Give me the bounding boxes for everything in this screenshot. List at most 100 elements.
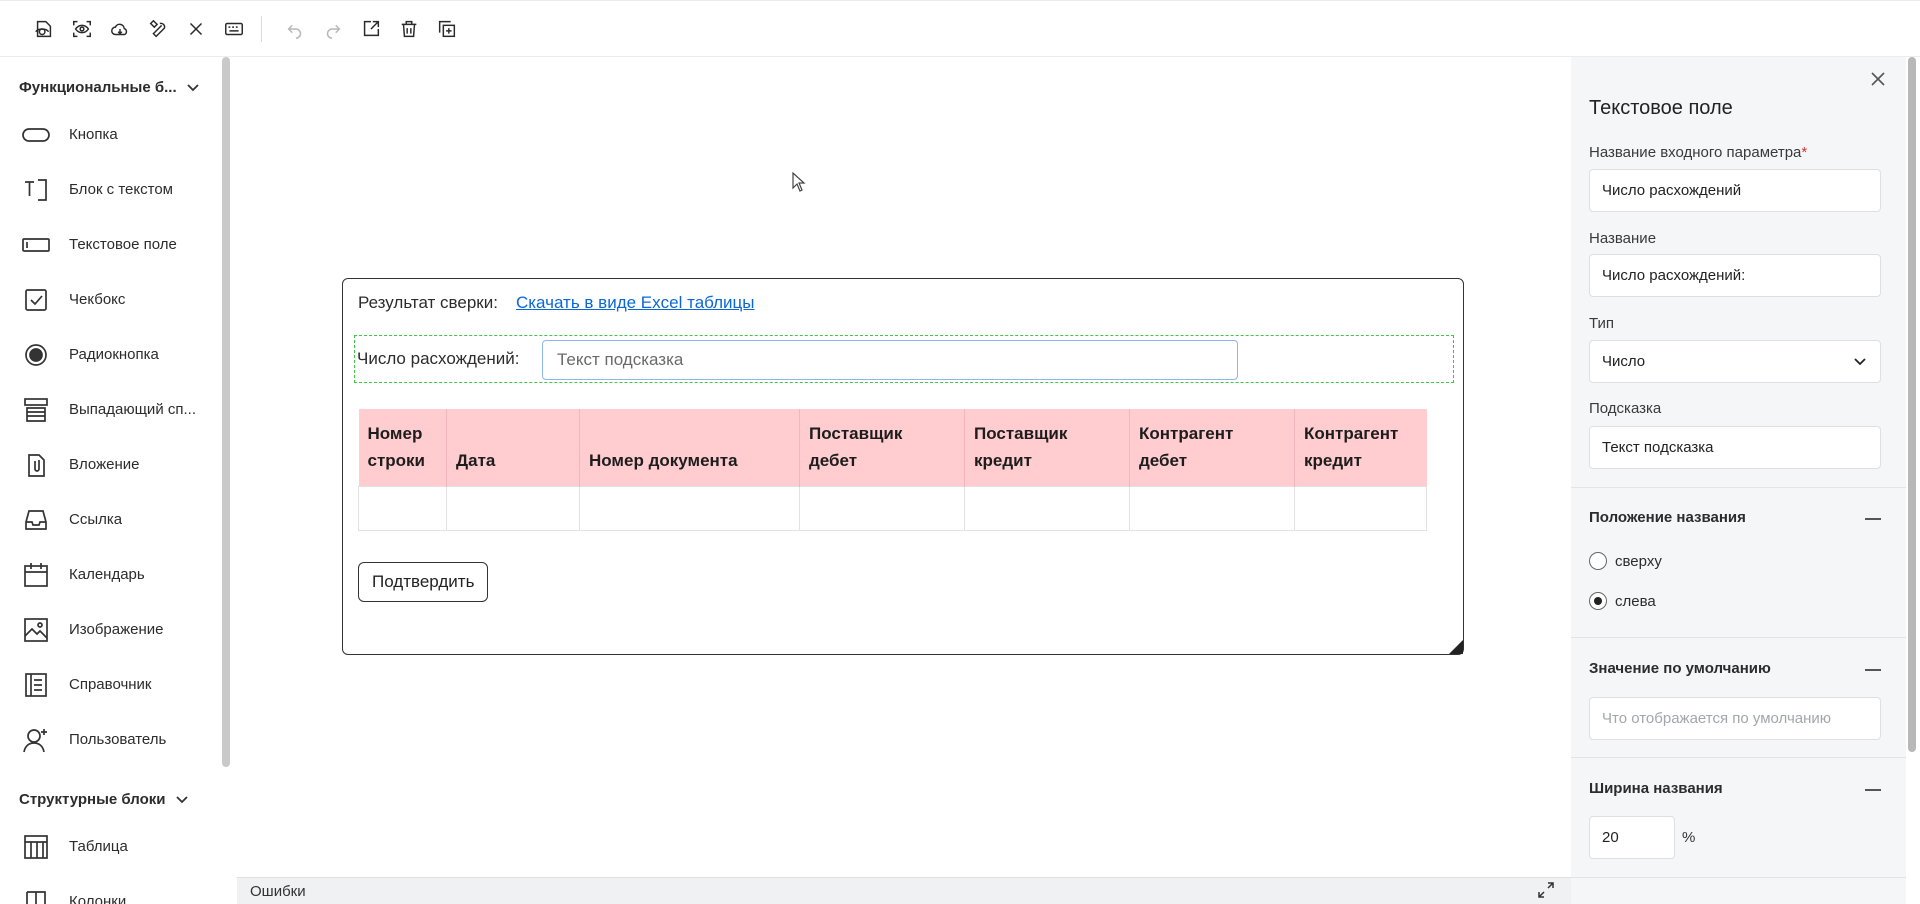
resize-handle[interactable]: [1449, 640, 1463, 654]
width-unit: %: [1682, 829, 1696, 846]
result-label: Результат сверки:: [358, 293, 498, 312]
panel-divider: [1571, 487, 1906, 488]
table-cell[interactable]: [799, 486, 965, 531]
preview-icon[interactable]: [25, 10, 63, 48]
palette-item-text-field[interactable]: Текстовое поле: [0, 217, 236, 272]
selected-text-field[interactable]: Число расхождений: Текст подсказка: [354, 335, 1454, 383]
table-header-cell: Номер документа: [579, 409, 800, 487]
palette-item-label: Календарь: [69, 566, 145, 583]
palette-item-dropdown[interactable]: Выпадающий сп...: [0, 382, 236, 437]
palette-item-table[interactable]: Таблица: [0, 819, 236, 874]
table-header-cell: Поставщик кредит: [964, 409, 1130, 487]
width-section-title: Ширина названия: [1589, 780, 1723, 797]
keyboard-icon[interactable]: [215, 10, 253, 48]
palette-item-label: Вложение: [69, 456, 140, 473]
palette-item-radio[interactable]: Радиокнопка: [0, 327, 236, 382]
palette-item-label: Колонки: [69, 893, 127, 904]
download-excel-link[interactable]: Скачать в виде Excel таблицы: [516, 293, 755, 313]
text-block-icon: [21, 175, 51, 205]
table-cell[interactable]: [1129, 486, 1295, 531]
panel-divider: [1571, 877, 1906, 878]
palette-item-label: Текстовое поле: [69, 236, 177, 253]
palette-item-label: Таблица: [69, 838, 128, 855]
radio-top[interactable]: сверху: [1589, 552, 1662, 570]
text-field-icon: [21, 230, 51, 260]
functional-blocks-title: Функциональные б...: [19, 78, 177, 96]
radio-circle-selected: [1589, 592, 1607, 610]
palette-item-label: Выпадающий сп...: [69, 401, 196, 418]
mouse-cursor-icon: [792, 171, 806, 197]
palette-item-user[interactable]: Пользователь: [0, 712, 236, 767]
palette-item-label: Блок с текстом: [69, 181, 173, 198]
undo-icon[interactable]: [276, 10, 314, 48]
input-param-field[interactable]: Число расхождений: [1589, 169, 1881, 212]
name-field[interactable]: Число расхождений:: [1589, 254, 1881, 297]
table-cell[interactable]: [964, 486, 1130, 531]
type-label: Тип: [1589, 315, 1615, 332]
structural-blocks-title: Структурные блоки: [19, 790, 166, 808]
type-value: Число: [1602, 353, 1646, 370]
table-cell[interactable]: [579, 486, 800, 531]
palette-item-checkbox[interactable]: Чекбокс: [0, 272, 236, 327]
collapse-position-icon[interactable]: [1865, 518, 1881, 520]
palette-item-directory[interactable]: Справочник: [0, 657, 236, 712]
toolbar-divider: [261, 15, 262, 42]
label-width-input[interactable]: 20: [1589, 816, 1675, 859]
table-header-cell: Контрагент дебет: [1129, 409, 1295, 487]
table-cell[interactable]: [1294, 486, 1427, 531]
checkbox-icon: [21, 285, 51, 315]
table-cell[interactable]: [358, 486, 447, 531]
default-value-field[interactable]: Что отображается по умолчанию: [1589, 697, 1881, 740]
table-cell[interactable]: [446, 486, 580, 531]
panel-divider: [1571, 637, 1906, 638]
results-table: Номер строки Дата Номер документа Поставщ…: [358, 409, 1427, 531]
directory-icon: [21, 670, 51, 700]
palette-item-calendar[interactable]: Календарь: [0, 547, 236, 602]
table-row: [358, 486, 1427, 531]
table-header-cell: Поставщик дебет: [799, 409, 965, 487]
palette-item-label: Кнопка: [69, 126, 118, 143]
functional-blocks-header[interactable]: Функциональные б...: [0, 67, 236, 107]
redo-icon[interactable]: [314, 10, 352, 48]
radio-left[interactable]: слева: [1589, 592, 1656, 610]
structural-blocks-header[interactable]: Структурные блоки: [0, 779, 236, 819]
panel-scrollbar[interactable]: [1908, 57, 1916, 752]
palette-item-attachment[interactable]: Вложение: [0, 437, 236, 492]
palette-item-text-block[interactable]: Блок с текстом: [0, 162, 236, 217]
form-block[interactable]: Результат сверки: Скачать в виде Excel т…: [342, 278, 1464, 655]
discrepancy-count-input[interactable]: Текст подсказка: [542, 340, 1238, 380]
toolbar: [0, 0, 1920, 57]
palette-item-button[interactable]: Кнопка: [0, 107, 236, 162]
palette-item-link[interactable]: Ссылка: [0, 492, 236, 547]
collapse-width-icon[interactable]: [1865, 789, 1881, 791]
view-icon[interactable]: [63, 10, 101, 48]
duplicate-icon[interactable]: [428, 10, 466, 48]
collapse-default-icon[interactable]: [1865, 669, 1881, 671]
name-label: Название: [1589, 230, 1657, 247]
palette-item-columns[interactable]: Колонки: [0, 874, 236, 904]
confirm-button[interactable]: Подтвердить: [358, 562, 489, 602]
errors-bar[interactable]: Ошибки: [237, 877, 1571, 904]
delete-icon[interactable]: [390, 10, 428, 48]
hint-field[interactable]: Текст подсказка: [1589, 426, 1881, 469]
user-icon: [21, 725, 51, 755]
expand-icon[interactable]: [1537, 881, 1555, 903]
palette-item-image[interactable]: Изображение: [0, 602, 236, 657]
palette-scrollbar[interactable]: [222, 57, 230, 767]
type-select[interactable]: Число: [1589, 340, 1881, 383]
position-section-title: Положение названия: [1589, 509, 1746, 526]
chevron-down-icon: [175, 792, 188, 807]
table-header-cell: Номер строки: [358, 409, 447, 487]
chevron-down-icon: [186, 80, 199, 95]
button-icon: [21, 120, 51, 150]
export-icon[interactable]: [352, 10, 390, 48]
panel-title: Текстовое поле: [1589, 97, 1733, 119]
tools-icon[interactable]: [139, 10, 177, 48]
close-icon[interactable]: [177, 10, 215, 48]
close-panel-icon[interactable]: [1870, 71, 1886, 92]
palette-item-label: Чекбокс: [69, 291, 126, 308]
cloud-icon[interactable]: [101, 10, 139, 48]
radio-top-label: сверху: [1615, 552, 1662, 570]
chevron-down-icon: [1854, 353, 1866, 370]
required-mark: *: [1801, 144, 1808, 161]
